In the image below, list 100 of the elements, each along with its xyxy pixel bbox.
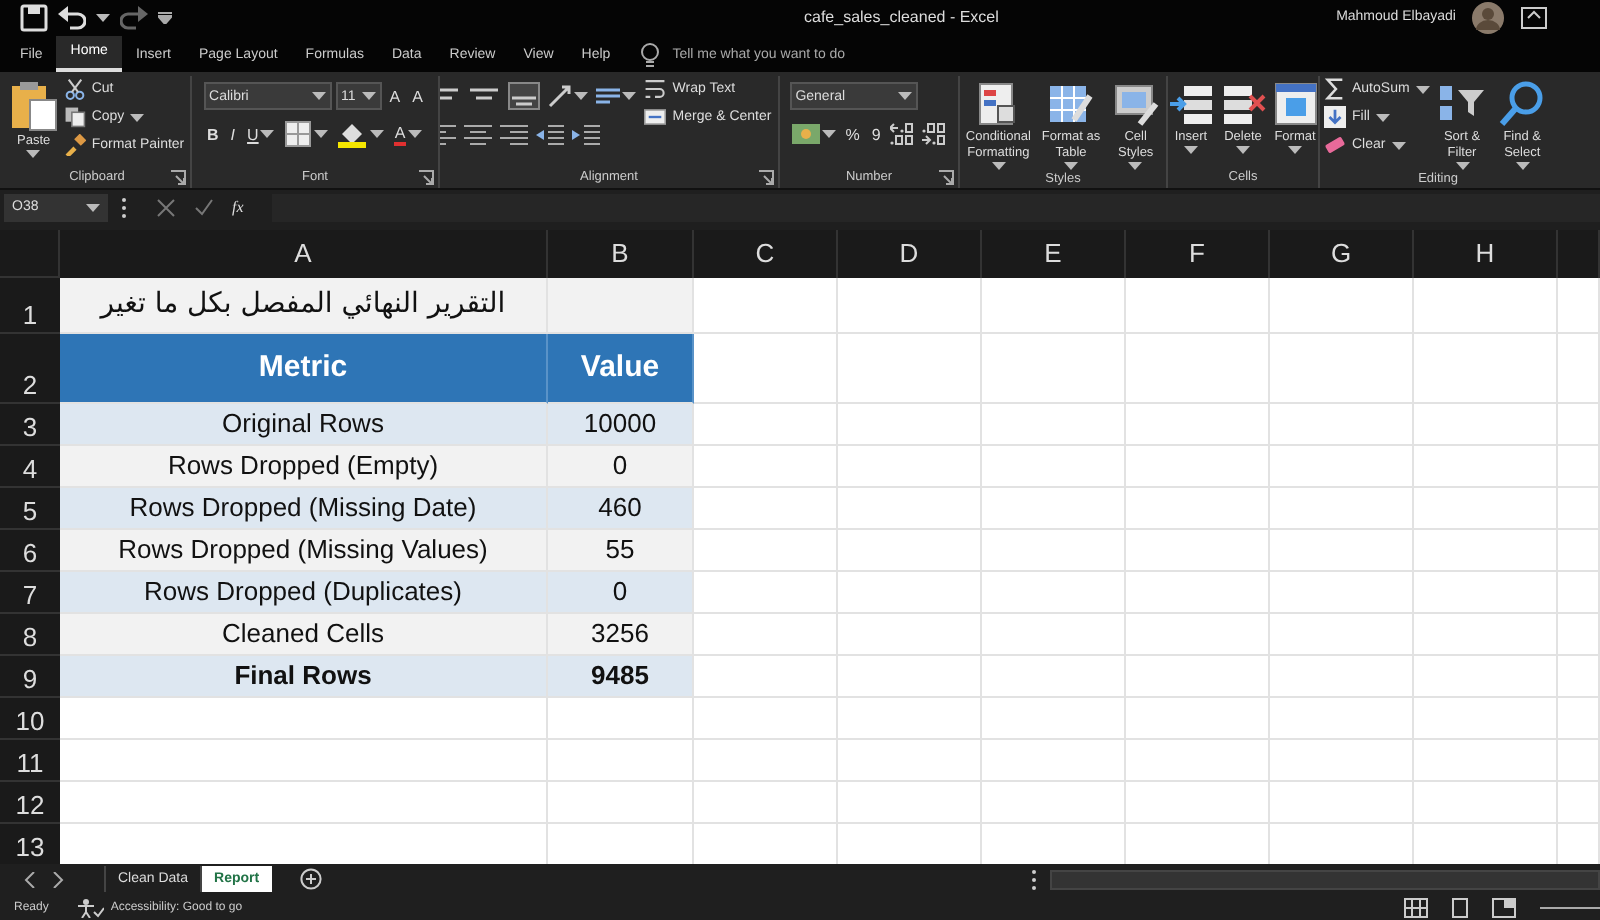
row-header[interactable]: 10 xyxy=(0,697,60,740)
clipboard-icon xyxy=(9,79,58,132)
ribbon-button[interactable] xyxy=(282,120,331,149)
ribbon-button[interactable]: A xyxy=(390,123,426,146)
customize-caret-icon[interactable] xyxy=(158,11,172,24)
ribbon-button[interactable] xyxy=(570,120,603,149)
caret-icon xyxy=(86,203,100,212)
table-cell: Final Rows xyxy=(60,655,548,698)
copy-icon xyxy=(63,106,86,129)
magnifier-icon xyxy=(1498,79,1547,128)
ribbon-button[interactable]: A xyxy=(385,87,405,106)
caret-icon xyxy=(1391,141,1406,150)
zoom-slider-icon[interactable] xyxy=(1540,905,1600,910)
table-cell: 3256 xyxy=(548,613,694,656)
dialog-launcher-icon[interactable] xyxy=(938,169,954,186)
ribbon-button[interactable]: % xyxy=(841,125,864,144)
caret-icon[interactable] xyxy=(96,13,110,22)
align-right-icon xyxy=(500,123,529,146)
column-header[interactable]: D xyxy=(838,229,982,278)
row-header[interactable]: 1 xyxy=(0,277,60,334)
page-layout-icon[interactable] xyxy=(1452,897,1468,918)
ribbon-button[interactable] xyxy=(546,82,591,111)
table-cell: Rows Dropped (Duplicates) xyxy=(60,571,548,614)
ribbon-button[interactable]: I xyxy=(226,125,240,144)
next-sheet-icon[interactable] xyxy=(52,871,64,888)
paintbrush-icon xyxy=(63,134,86,157)
caret-icon xyxy=(314,130,329,139)
caret-icon xyxy=(361,92,376,101)
table-header: Metric xyxy=(60,333,548,404)
ribbon-button[interactable] xyxy=(888,120,917,149)
caret-icon xyxy=(1288,145,1302,154)
vertical-ellipsis-icon xyxy=(120,195,128,220)
align-bottom-icon xyxy=(508,82,541,111)
column-header[interactable]: C xyxy=(694,229,838,278)
table-cell: 55 xyxy=(548,529,694,572)
column-header[interactable] xyxy=(1558,229,1600,278)
ribbon-button[interactable]: A xyxy=(408,87,427,106)
column-header[interactable]: F xyxy=(1126,229,1270,278)
check-icon[interactable] xyxy=(194,197,214,218)
borders-icon xyxy=(284,120,313,149)
column-header[interactable]: E xyxy=(982,229,1126,278)
column-header[interactable]: H xyxy=(1414,229,1558,278)
avatar-icon[interactable] xyxy=(1472,1,1504,34)
undo-icon[interactable] xyxy=(58,5,86,30)
row-header[interactable]: 7 xyxy=(0,571,60,614)
row-header[interactable]: 8 xyxy=(0,613,60,656)
vertical-ellipsis-icon xyxy=(1029,867,1038,892)
select-all-button[interactable] xyxy=(0,229,60,278)
table-cell: 460 xyxy=(548,487,694,530)
dialog-launcher-icon[interactable] xyxy=(170,169,186,186)
caret-icon xyxy=(1375,113,1390,122)
column-header[interactable]: B xyxy=(548,229,694,278)
normal-view-icon[interactable] xyxy=(1404,897,1428,918)
column-header[interactable]: G xyxy=(1270,229,1414,278)
ribbon-button[interactable] xyxy=(506,82,543,111)
row-header[interactable]: 5 xyxy=(0,487,60,530)
format-cells-icon xyxy=(1271,79,1318,128)
cancel-icon[interactable] xyxy=(156,197,176,218)
redo-icon[interactable] xyxy=(120,5,148,30)
page-break-icon[interactable] xyxy=(1492,897,1516,918)
table-cell: Original Rows xyxy=(60,403,548,446)
ribbon-button[interactable] xyxy=(462,120,495,149)
lightbulb-icon xyxy=(640,41,661,70)
sigma-icon xyxy=(1324,78,1346,101)
ribbon-button[interactable] xyxy=(789,120,838,149)
horizontal-scrollbar[interactable] xyxy=(1049,869,1600,890)
ribbon-button[interactable]: U xyxy=(243,125,279,144)
caret-icon xyxy=(1455,161,1469,170)
caret-icon xyxy=(1184,145,1198,154)
ribbon-button[interactable] xyxy=(534,120,567,149)
ribbon-display-icon[interactable] xyxy=(1520,5,1548,30)
table-cell: 0 xyxy=(548,445,694,488)
dialog-launcher-icon[interactable] xyxy=(418,169,434,186)
previous-sheet-icon[interactable] xyxy=(24,871,36,888)
caret-icon xyxy=(26,149,41,158)
dialog-launcher-icon[interactable] xyxy=(758,169,774,186)
caret-icon xyxy=(130,113,145,122)
add-sheet-icon[interactable] xyxy=(299,868,322,891)
ribbon-button[interactable] xyxy=(498,120,531,149)
row-header[interactable]: 11 xyxy=(0,739,60,782)
ribbon-button[interactable]: 9 xyxy=(867,125,885,144)
ribbon-button[interactable] xyxy=(334,120,387,149)
sheet-title: التقرير النهائي المفصل بكل ما تغير xyxy=(60,277,548,334)
caret-icon xyxy=(991,161,1006,170)
row-header[interactable]: 12 xyxy=(0,781,60,824)
caret-icon xyxy=(1063,161,1078,170)
accessibility-icon xyxy=(76,897,105,918)
row-header[interactable]: 13 xyxy=(0,823,60,865)
caret-icon xyxy=(260,130,275,139)
table-cell: Rows Dropped (Missing Date) xyxy=(60,487,548,530)
ribbon-button[interactable] xyxy=(920,120,949,149)
row-header[interactable]: 4 xyxy=(0,445,60,488)
ribbon-button[interactable]: B xyxy=(203,125,223,144)
column-header[interactable]: A xyxy=(60,229,548,278)
row-header[interactable]: 3 xyxy=(0,403,60,446)
row-header[interactable]: 6 xyxy=(0,529,60,572)
row-header[interactable]: 2 xyxy=(0,333,60,404)
insert-function-button[interactable]: fx xyxy=(232,198,244,217)
row-header[interactable]: 9 xyxy=(0,655,60,698)
caret-icon xyxy=(407,130,422,139)
